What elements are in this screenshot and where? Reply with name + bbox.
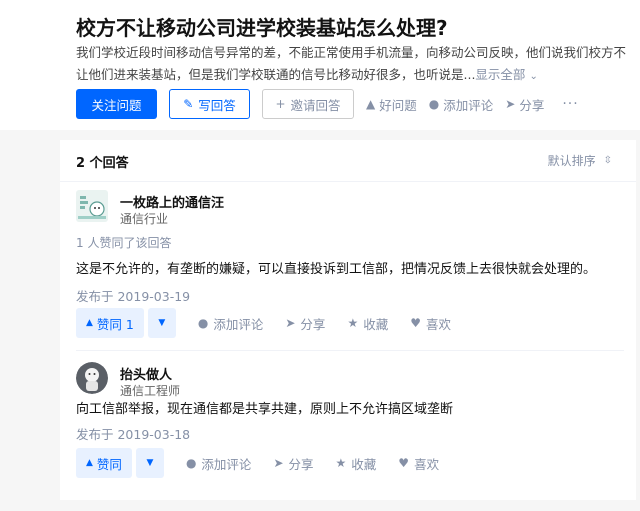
answers-header: 2 个回答 默认排序 ⇳ <box>60 140 636 182</box>
share-icon: ➤ <box>273 456 284 470</box>
share-button[interactable]: ➤ 分享 <box>273 454 313 473</box>
like-label: 喜欢 <box>425 316 451 332</box>
add-comment-label: 添加评论 <box>213 316 264 332</box>
question-title: 校方不让移动公司进学校装基站怎么处理? <box>76 16 448 40</box>
invite-answer-button[interactable]: + 邀请回答 <box>262 89 354 119</box>
share-label: 分享 <box>288 456 314 472</box>
write-answer-button[interactable]: ✎ 写回答 <box>169 89 250 119</box>
share-button[interactable]: ➤ 分享 <box>285 314 325 333</box>
upvote-label: 赞同 <box>96 456 122 472</box>
upvote-label: 赞同 1 <box>96 316 134 332</box>
share-label: 分享 <box>519 97 545 113</box>
sort-chevron-icon: ⇳ <box>603 155 612 166</box>
answers-card: 2 个回答 默认排序 ⇳ 一枚路上的通信汪 通信行业 1 人赞同了该回答 这是不… <box>60 140 636 500</box>
author-name[interactable]: 抬头做人 <box>120 364 172 383</box>
triangle-up-icon: ▲ <box>86 458 93 468</box>
heart-icon: ♥ <box>398 456 410 470</box>
avatar[interactable] <box>76 190 108 222</box>
collect-button[interactable]: ★ 收藏 <box>336 454 377 473</box>
follow-question-label: 关注问题 <box>91 97 142 113</box>
comment-icon: ● <box>428 97 440 111</box>
chevron-down-icon[interactable]: ⌄ <box>529 66 537 88</box>
like-button[interactable]: ♥ 喜欢 <box>398 454 439 473</box>
answer-content: 向工信部举报，现在通信都是共享共建，原则上不允许搞区域垄断 <box>76 402 454 417</box>
sort-label: 默认排序 <box>547 154 596 168</box>
thumbs-up-icon: ▲ <box>366 97 376 111</box>
comment-icon: ● <box>185 456 197 470</box>
question-description-text: 我们学校近段时间移动信号异常的差，不能正常使用手机流量，向移动公司反映，他们说我… <box>76 45 627 82</box>
avatar[interactable] <box>76 362 108 394</box>
star-icon: ★ <box>347 316 359 330</box>
add-comment-button[interactable]: ● 添加评论 <box>429 95 494 114</box>
like-label: 喜欢 <box>414 456 440 472</box>
more-icon[interactable]: ··· <box>562 96 578 112</box>
comment-icon: ● <box>197 316 209 330</box>
answer-action-bar: ▲ 赞同 ▼ ● 添加评论 ➤ 分享 ★ 收藏 ♥ 喜欢 <box>76 448 439 478</box>
question-header: 校方不让移动公司进学校装基站怎么处理? 我们学校近段时间移动信号异常的差，不能正… <box>0 0 640 130</box>
triangle-down-icon: ▼ <box>158 318 166 328</box>
triangle-down-icon: ▼ <box>146 458 154 468</box>
answer-count: 2 个回答 <box>76 156 129 171</box>
add-comment-label: 添加评论 <box>201 456 252 472</box>
collect-button[interactable]: ★ 收藏 <box>347 314 388 333</box>
answer-action-bar: ▲ 赞同 1 ▼ ● 添加评论 ➤ 分享 ★ 收藏 ♥ 喜欢 <box>76 308 451 338</box>
question-actions: 关注问题 ✎ 写回答 + 邀请回答 ▲ 好问题 ● 添加评论 ➤ 分享 ··· <box>76 89 579 119</box>
add-comment-label: 添加评论 <box>443 97 494 113</box>
sort-select[interactable]: 默认排序 ⇳ <box>548 152 612 169</box>
add-user-icon: + <box>275 97 286 111</box>
like-button[interactable]: ♥ 喜欢 <box>410 314 451 333</box>
good-question-button[interactable]: ▲ 好问题 <box>366 95 417 114</box>
upvote-button[interactable]: ▲ 赞同 <box>76 448 132 478</box>
triangle-up-icon: ▲ <box>86 318 93 328</box>
share-label: 分享 <box>300 316 326 332</box>
avatar-image <box>76 190 108 222</box>
share-icon: ➤ <box>285 316 296 330</box>
heart-icon: ♥ <box>410 316 421 330</box>
answer-divider <box>76 350 624 351</box>
author-bio: 通信行业 <box>120 212 169 226</box>
share-button[interactable]: ➤ 分享 <box>505 95 544 114</box>
author-bio: 通信工程师 <box>120 384 181 398</box>
write-answer-label: 写回答 <box>198 97 236 113</box>
author-name[interactable]: 一枚路上的通信汪 <box>120 192 224 211</box>
downvote-button[interactable]: ▼ <box>147 308 176 338</box>
add-comment-button[interactable]: ● 添加评论 <box>198 314 264 333</box>
question-description[interactable]: 我们学校近段时间移动信号异常的差，不能正常使用手机流量，向移动公司反映，他们说我… <box>76 42 636 88</box>
star-icon: ★ <box>335 456 347 470</box>
downvote-button[interactable]: ▼ <box>135 448 164 478</box>
pencil-icon: ✎ <box>183 97 194 111</box>
good-question-label: 好问题 <box>379 97 417 113</box>
avatar-image <box>76 362 108 394</box>
answer-content: 这是不允许的，有垄断的嫌疑，可以直接投诉到工信部，把情况反馈上去很快就会处理的。 <box>76 262 597 277</box>
upvote-button[interactable]: ▲ 赞同 1 <box>76 308 144 338</box>
add-comment-button[interactable]: ● 添加评论 <box>186 454 252 473</box>
collect-label: 收藏 <box>363 316 389 332</box>
upvote-info: 1 人赞同了该回答 <box>76 236 172 250</box>
follow-question-button[interactable]: 关注问题 <box>76 89 157 119</box>
show-all-link[interactable]: 显示全部 <box>475 67 525 82</box>
answer-date[interactable]: 发布于 2019-03-18 <box>76 424 190 443</box>
share-icon: ➤ <box>505 97 516 111</box>
collect-label: 收藏 <box>351 456 377 472</box>
invite-answer-label: 邀请回答 <box>290 97 341 113</box>
answer-date[interactable]: 发布于 2019-03-19 <box>76 286 190 305</box>
